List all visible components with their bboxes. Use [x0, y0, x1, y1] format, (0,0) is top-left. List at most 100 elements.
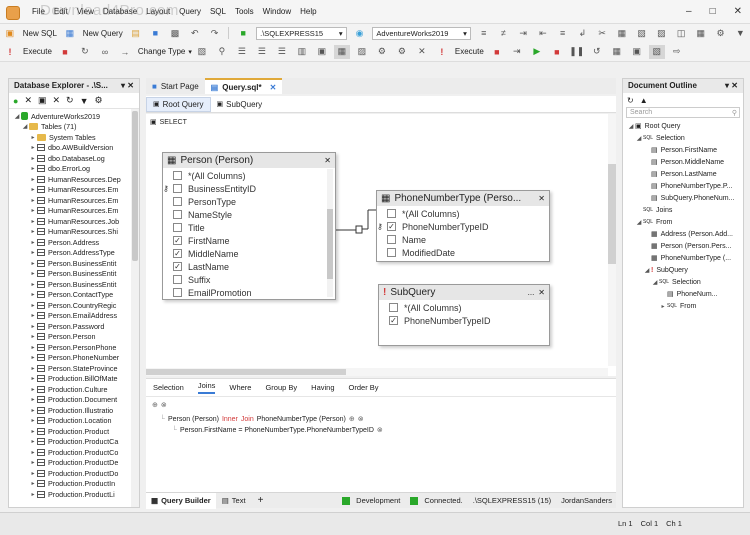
- stop-icon[interactable]: ■: [57, 45, 73, 59]
- tree-item[interactable]: ▸ Person.EmailAddress: [13, 311, 139, 322]
- new-sql-button[interactable]: New SQL: [23, 29, 57, 38]
- comment-icon[interactable]: ≠: [496, 26, 512, 40]
- expand-icon[interactable]: ▸: [29, 470, 37, 477]
- settings-icon[interactable]: ⚙: [713, 26, 729, 40]
- table-icon[interactable]: ▦: [693, 26, 709, 40]
- column-row[interactable]: *(All Columns): [163, 169, 335, 182]
- tree-item[interactable]: ▸ Person.PhoneNumber: [13, 353, 139, 364]
- profile-icon[interactable]: ▣: [629, 45, 645, 59]
- pin-icon[interactable]: ▾ ✕: [121, 81, 134, 91]
- tree-item[interactable]: ▸ Person.BusinessEntit: [13, 269, 139, 280]
- collapse-icon[interactable]: ▲: [640, 96, 648, 105]
- column-row[interactable]: ✓ MiddleName: [163, 247, 335, 260]
- tree-item[interactable]: ▸ Person.AddressType: [13, 248, 139, 259]
- execute-button[interactable]: Execute: [23, 47, 52, 56]
- expand-icon[interactable]: ▸: [29, 417, 37, 424]
- column-checkbox[interactable]: ✓: [387, 222, 396, 231]
- expand-icon[interactable]: ▸: [29, 197, 37, 204]
- minimize-icon[interactable]: –: [686, 6, 692, 17]
- add-tab-icon[interactable]: +: [252, 495, 270, 506]
- join-marker[interactable]: [355, 225, 363, 234]
- tree-item[interactable]: ▸ Person.Password: [13, 321, 139, 332]
- outline-search[interactable]: Search ⚲: [626, 107, 740, 118]
- expand-icon[interactable]: ▸: [29, 270, 37, 277]
- menu-item-help[interactable]: Help: [300, 7, 316, 16]
- new-query-button[interactable]: New Query: [83, 29, 123, 38]
- expand-icon[interactable]: ▸: [29, 386, 37, 393]
- tab-start-page[interactable]: ■ Start Page: [146, 78, 205, 94]
- open-icon[interactable]: ▤: [128, 26, 144, 40]
- tree-root[interactable]: ◢ AdventureWorks2019: [13, 111, 139, 122]
- chart-icon[interactable]: ▧: [648, 44, 665, 59]
- expand-icon[interactable]: ▸: [29, 459, 37, 466]
- tab-joins[interactable]: Joins: [197, 381, 216, 394]
- tree-item[interactable]: ▸ Person.CountryRegic: [13, 300, 139, 311]
- outline-field[interactable]: ▤ Person.FirstName: [627, 144, 739, 156]
- pin-icon[interactable]: ▾ ✕: [725, 81, 738, 91]
- export-icon[interactable]: ⇨: [669, 45, 685, 59]
- expand-icon[interactable]: ▸: [29, 312, 37, 319]
- tree-item[interactable]: ▸ HumanResources.Em: [13, 195, 139, 206]
- outline-sub-field[interactable]: ▤ PhoneNum...: [627, 288, 739, 300]
- outline-field[interactable]: ▤ PhoneNumberType.P...: [627, 180, 739, 192]
- tree-item[interactable]: ▸ Production.Location: [13, 416, 139, 427]
- subquery-box[interactable]: ! SubQuery ... ✕ *(All Columns) ✓ PhoneNum…: [378, 284, 550, 346]
- expand-icon[interactable]: ▸: [29, 480, 37, 487]
- save-all-icon[interactable]: ▩: [167, 26, 183, 40]
- column-row[interactable]: EmailPromotion: [163, 286, 335, 299]
- join-condition[interactable]: Person.FirstName = PhoneNumberType.Phone…: [180, 427, 374, 434]
- column-checkbox[interactable]: [173, 288, 182, 297]
- tree-item[interactable]: ▸ Person.StateProvince: [13, 363, 139, 374]
- add-join-icon[interactable]: ⊕: [152, 401, 158, 409]
- expand-icon[interactable]: ▸: [29, 144, 37, 151]
- column-checkbox[interactable]: ✓: [173, 262, 182, 271]
- save-icon[interactable]: ■: [147, 26, 163, 40]
- column-checkbox[interactable]: [173, 223, 182, 232]
- refresh-icon[interactable]: ↻: [627, 96, 634, 105]
- outline-subquery[interactable]: ◢! SubQuery: [627, 264, 739, 276]
- close-panel-icon[interactable]: ✕: [414, 45, 430, 59]
- change-type-button[interactable]: Change Type: [138, 47, 185, 56]
- tree-item[interactable]: ▸ Production.Illustratio: [13, 405, 139, 416]
- tree-item[interactable]: ▸ Production.ProductCa: [13, 437, 139, 448]
- tree-item[interactable]: ▸ HumanResources.Em: [13, 185, 139, 196]
- close-table-icon[interactable]: ✕: [538, 194, 545, 203]
- join-right-table[interactable]: PhoneNumberType (Person): [257, 416, 346, 423]
- tree-item[interactable]: ▸ dbo.ErrorLog: [13, 164, 139, 175]
- outline-root-query[interactable]: ◢ ▣ Root Query: [627, 120, 739, 132]
- expand-icon[interactable]: ▸: [29, 176, 37, 183]
- column-checkbox[interactable]: [173, 197, 182, 206]
- column-checkbox[interactable]: [173, 171, 182, 180]
- expand-icon[interactable]: ▸: [29, 155, 37, 162]
- subtab-root-query[interactable]: ▣ Root Query: [146, 96, 211, 112]
- close-tab-icon[interactable]: ✕: [270, 83, 277, 92]
- expand-icon[interactable]: ▸: [29, 302, 37, 309]
- expand-icon[interactable]: ▸: [29, 449, 37, 456]
- stop2-icon[interactable]: ■: [489, 45, 505, 59]
- distribute-icon[interactable]: ▥: [294, 45, 310, 59]
- close-table-icon[interactable]: ✕: [324, 156, 331, 165]
- column-checkbox[interactable]: [173, 275, 182, 284]
- refresh-icon[interactable]: ↻: [66, 95, 74, 106]
- redo-icon[interactable]: ↷: [207, 26, 223, 40]
- properties-icon[interactable]: ⚙: [95, 95, 103, 106]
- wrap-icon[interactable]: ↲: [575, 26, 591, 40]
- tree-item[interactable]: ▸ Production.Product: [13, 426, 139, 437]
- menu-item-tools[interactable]: Tools: [235, 7, 254, 16]
- outline-field[interactable]: ▤ Person.MiddleName: [627, 156, 739, 168]
- close-icon[interactable]: ✕: [734, 6, 742, 17]
- new-connection-icon[interactable]: ▣: [38, 95, 47, 106]
- tree-item[interactable]: ▸ Production.Document: [13, 395, 139, 406]
- filter-icon[interactable]: ▼: [732, 26, 748, 40]
- expand-icon[interactable]: ▸: [29, 323, 37, 330]
- undo-icon[interactable]: ↶: [187, 26, 203, 40]
- tree-item[interactable]: ▸ Person.Address: [13, 237, 139, 248]
- add-condition-icon[interactable]: ⊕: [349, 415, 355, 423]
- scrollbar-thumb[interactable]: [146, 369, 346, 375]
- column-row[interactable]: *(All Columns): [379, 301, 549, 314]
- expand-icon[interactable]: ▸: [29, 186, 37, 193]
- column-checkbox[interactable]: [387, 209, 396, 218]
- column-row[interactable]: Title: [163, 221, 335, 234]
- expand-icon[interactable]: ▸: [29, 281, 37, 288]
- tree-item[interactable]: ▸ Production.BillOfMate: [13, 374, 139, 385]
